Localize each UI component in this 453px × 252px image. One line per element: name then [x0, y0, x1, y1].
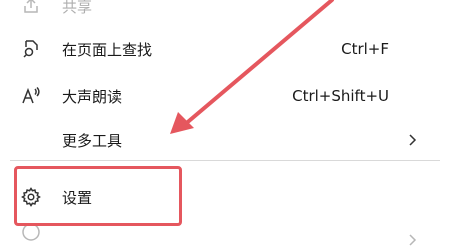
- menu-item-read-aloud[interactable]: 大声朗读 Ctrl+Shift+U: [0, 76, 453, 116]
- menu-item-label: 在页面上查找: [62, 40, 153, 59]
- menu-item-more-tools[interactable]: 更多工具: [0, 120, 453, 160]
- find-in-page-icon: [20, 38, 42, 60]
- chevron-right-icon: [404, 232, 420, 248]
- context-menu: 共享 在页面上查找 Ctrl+F 大声朗读 Ctrl+Shift+U 更多工具: [0, 0, 453, 246]
- read-aloud-icon: [20, 85, 42, 107]
- menu-item-label: 大声朗读: [62, 87, 123, 106]
- menu-divider: [10, 160, 440, 161]
- menu-item-find-on-page[interactable]: 在页面上查找 Ctrl+F: [0, 29, 453, 69]
- menu-item-shortcut: Ctrl+Shift+U: [292, 87, 389, 105]
- menu-item-label: 更多工具: [62, 131, 123, 150]
- settings-highlight-box: [14, 166, 182, 226]
- share-icon: [20, 0, 42, 17]
- menu-item-shortcut: Ctrl+F: [341, 40, 389, 58]
- chevron-right-icon: [404, 132, 420, 148]
- menu-item-share[interactable]: 共享: [0, 0, 453, 26]
- menu-item-label: 共享: [62, 0, 93, 16]
